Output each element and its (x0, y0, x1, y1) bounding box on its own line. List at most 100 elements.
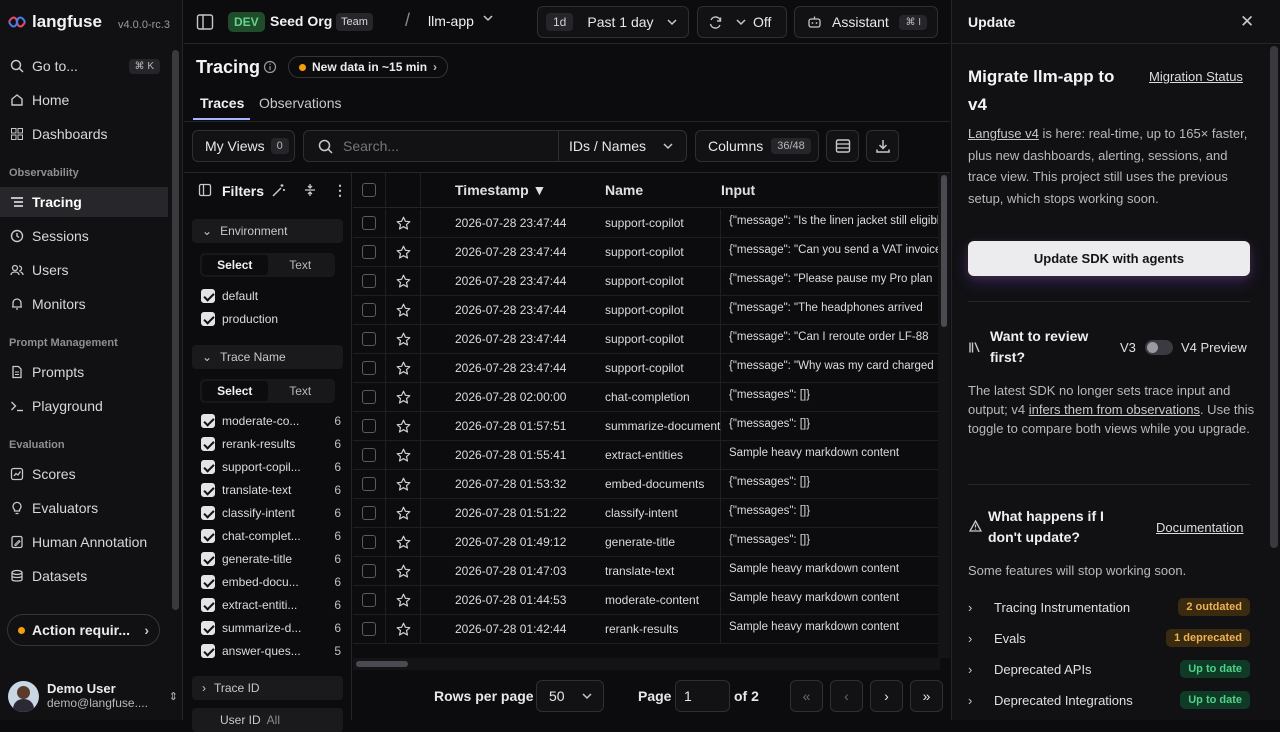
filter-option-trace-name[interactable]: moderate-co... 6 (201, 410, 341, 432)
infers-link[interactable]: infers them from observations (1029, 402, 1200, 417)
filter-option-trace-name[interactable]: extract-entiti... 6 (201, 594, 341, 616)
star-icon[interactable] (396, 419, 411, 434)
star-icon[interactable] (396, 593, 411, 608)
expand-icon[interactable] (303, 183, 317, 197)
star-icon[interactable] (396, 535, 411, 550)
table-row[interactable]: 2026-07-28 23:47:44 support-copilot {"mess… (353, 325, 940, 354)
filter-panel-icon[interactable] (198, 183, 212, 197)
filter-section-trace-name[interactable]: ⌄ Trace Name (192, 345, 343, 369)
sidebar-toggle-icon[interactable] (196, 13, 214, 31)
feature-status-row[interactable]: › Evals 1 deprecated (968, 626, 1250, 650)
time-range-select[interactable]: 1d Past 1 day (537, 6, 689, 38)
star-icon[interactable] (396, 622, 411, 637)
star-icon[interactable] (396, 506, 411, 521)
search-input[interactable] (343, 138, 558, 154)
row-checkbox[interactable] (362, 593, 376, 607)
table-row[interactable]: 2026-07-28 01:55:41 extract-entities Sampl… (353, 441, 940, 470)
checkbox[interactable] (201, 414, 215, 428)
star-icon[interactable] (396, 332, 411, 347)
project-name[interactable]: llm-app (428, 13, 474, 29)
panel-scrollbar[interactable] (1270, 46, 1278, 548)
filter-option-trace-name[interactable]: support-copil... 6 (201, 456, 341, 478)
row-checkbox[interactable] (362, 390, 376, 404)
row-checkbox[interactable] (362, 419, 376, 433)
filter-option-trace-name[interactable]: generate-title 6 (201, 548, 341, 570)
v4-preview-toggle[interactable] (1145, 340, 1173, 355)
action-required-button[interactable]: Action requir... › (7, 614, 160, 646)
checkbox[interactable] (201, 506, 215, 520)
row-checkbox[interactable] (362, 477, 376, 491)
filter-option-trace-name[interactable]: summarize-d... 6 (201, 617, 341, 639)
goto-search[interactable]: Go to... ⌘ K (0, 51, 164, 81)
feature-status-row[interactable]: › Deprecated APIs Up to date (968, 657, 1250, 681)
checkbox[interactable] (201, 460, 215, 474)
table-row[interactable]: 2026-07-28 23:47:44 support-copilot {"mess… (353, 209, 940, 238)
sidebar-scrollbar[interactable] (172, 50, 179, 610)
my-views-button[interactable]: My Views 0 (192, 130, 295, 162)
sidebar-item-tracing[interactable]: Tracing (0, 187, 168, 217)
row-checkbox[interactable] (362, 448, 376, 462)
tab-traces[interactable]: Traces (200, 95, 244, 111)
table-hscrollbar-thumb[interactable] (356, 661, 408, 667)
timestamp-header[interactable]: Timestamp ▼ (421, 182, 571, 198)
table-scrollbar-thumb[interactable] (941, 175, 947, 327)
filter-option-trace-name[interactable]: rerank-results 6 (201, 433, 341, 455)
close-icon[interactable]: ✕ (1240, 12, 1254, 32)
filter-option-trace-name[interactable]: chat-complet... 6 (201, 525, 341, 547)
auto-refresh-select[interactable]: Off (697, 6, 787, 38)
row-checkbox[interactable] (362, 564, 376, 578)
filter-option-trace-name[interactable]: embed-docu... 6 (201, 571, 341, 593)
columns-button[interactable]: Columns 36/48 (695, 130, 819, 162)
tab-observations[interactable]: Observations (259, 95, 341, 111)
feature-status-row[interactable]: › Deprecated Integrations Up to date (968, 688, 1250, 712)
star-icon[interactable] (396, 564, 411, 579)
table-row[interactable]: 2026-07-28 01:44:53 moderate-content Sampl… (353, 586, 940, 615)
sidebar-item-monitors[interactable]: Monitors (0, 289, 168, 319)
first-page-button[interactable]: « (790, 680, 823, 712)
sidebar-item-playground[interactable]: Playground (0, 391, 168, 421)
table-row[interactable]: 2026-07-28 01:49:12 generate-title {"messa… (353, 528, 940, 557)
filter-option-trace-name[interactable]: translate-text 6 (201, 479, 341, 501)
star-icon[interactable] (396, 448, 411, 463)
checkbox[interactable] (201, 289, 215, 303)
filter-option-trace-name[interactable]: answer-ques... 5 (201, 640, 341, 662)
star-icon[interactable] (396, 245, 411, 260)
sidebar-item-home[interactable]: Home (0, 85, 168, 115)
new-data-pill[interactable]: New data in ~15 min › (288, 56, 449, 78)
row-checkbox[interactable] (362, 535, 376, 549)
tab-select[interactable]: Select (202, 381, 268, 401)
table-row[interactable]: 2026-07-28 01:53:32 embed-documents {"mess… (353, 470, 940, 499)
sidebar-item-dashboards[interactable]: Dashboards (0, 119, 168, 149)
documentation-link[interactable]: Documentation (1156, 520, 1243, 535)
table-row[interactable]: 2026-07-28 23:47:44 support-copilot {"mess… (353, 296, 940, 325)
feature-status-row[interactable]: › Tracing Instrumentation 2 outdated (968, 595, 1250, 619)
name-header[interactable]: Name (571, 182, 721, 198)
user-menu[interactable]: Demo User demo@langfuse.... ⇕ (8, 679, 178, 713)
star-icon[interactable] (396, 390, 411, 405)
select-all-checkbox[interactable] (362, 183, 376, 197)
prev-page-button[interactable]: ‹ (830, 680, 863, 712)
star-icon[interactable] (396, 361, 411, 376)
checkbox[interactable] (201, 621, 215, 635)
filter-section-environment[interactable]: ⌄ Environment (192, 219, 343, 243)
sidebar-item-human-annotation[interactable]: Human Annotation (0, 527, 168, 557)
row-checkbox[interactable] (362, 622, 376, 636)
assistant-button[interactable]: Assistant ⌘ I (794, 6, 938, 38)
page-input[interactable] (675, 680, 730, 712)
filter-option-trace-name[interactable]: classify-intent 6 (201, 502, 341, 524)
table-row[interactable]: 2026-07-28 01:57:51 summarize-document {"m… (353, 412, 940, 441)
row-checkbox[interactable] (362, 303, 376, 317)
langfuse-v4-link[interactable]: Langfuse v4 (968, 126, 1039, 141)
checkbox[interactable] (201, 598, 215, 612)
row-height-button[interactable] (826, 130, 859, 162)
checkbox[interactable] (201, 552, 215, 566)
row-checkbox[interactable] (362, 245, 376, 259)
tab-select[interactable]: Select (202, 255, 268, 275)
filter-option-default[interactable]: default (201, 285, 341, 307)
row-checkbox[interactable] (362, 216, 376, 230)
app-logo[interactable]: langfuse (8, 12, 102, 32)
checkbox[interactable] (201, 644, 215, 658)
input-header[interactable]: Input (721, 182, 755, 198)
migration-status-link[interactable]: Migration Status (1149, 69, 1243, 84)
org-name[interactable]: Seed Org (270, 13, 332, 29)
